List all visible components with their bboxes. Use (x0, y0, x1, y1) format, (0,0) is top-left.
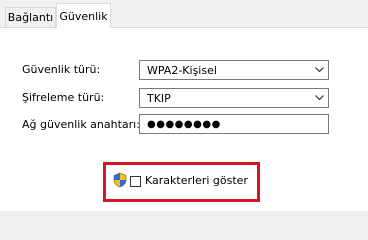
network-key-label: Ağ güvenlik anahtarı: (22, 118, 140, 131)
security-panel: Güvenlik türü: WPA2-Kişisel Şifreleme tü… (0, 27, 368, 211)
chevron-down-icon[interactable] (310, 60, 328, 80)
chevron-down-icon[interactable] (310, 88, 328, 108)
tab-guvenlik-label: Güvenlik (59, 9, 108, 23)
tab-strip: Bağlantı Güvenlik (0, 0, 368, 28)
network-key-value: ●●●●●●●● (147, 118, 221, 130)
tab-guvenlik[interactable]: Güvenlik (56, 3, 111, 28)
tab-baglanti-label: Bağlantı (7, 11, 54, 24)
encryption-type-select[interactable]: TKIP (139, 88, 329, 108)
highlight-box (103, 162, 260, 202)
security-type-label: Güvenlik türü: (22, 63, 101, 76)
network-key-input[interactable]: ●●●●●●●● (139, 114, 329, 134)
security-type-value: WPA2-Kişisel (147, 63, 217, 77)
encryption-type-value: TKIP (147, 91, 171, 105)
tab-baglanti[interactable]: Bağlantı (5, 7, 56, 27)
encryption-type-label: Şifreleme türü: (22, 91, 105, 104)
security-type-select[interactable]: WPA2-Kişisel (139, 60, 329, 80)
